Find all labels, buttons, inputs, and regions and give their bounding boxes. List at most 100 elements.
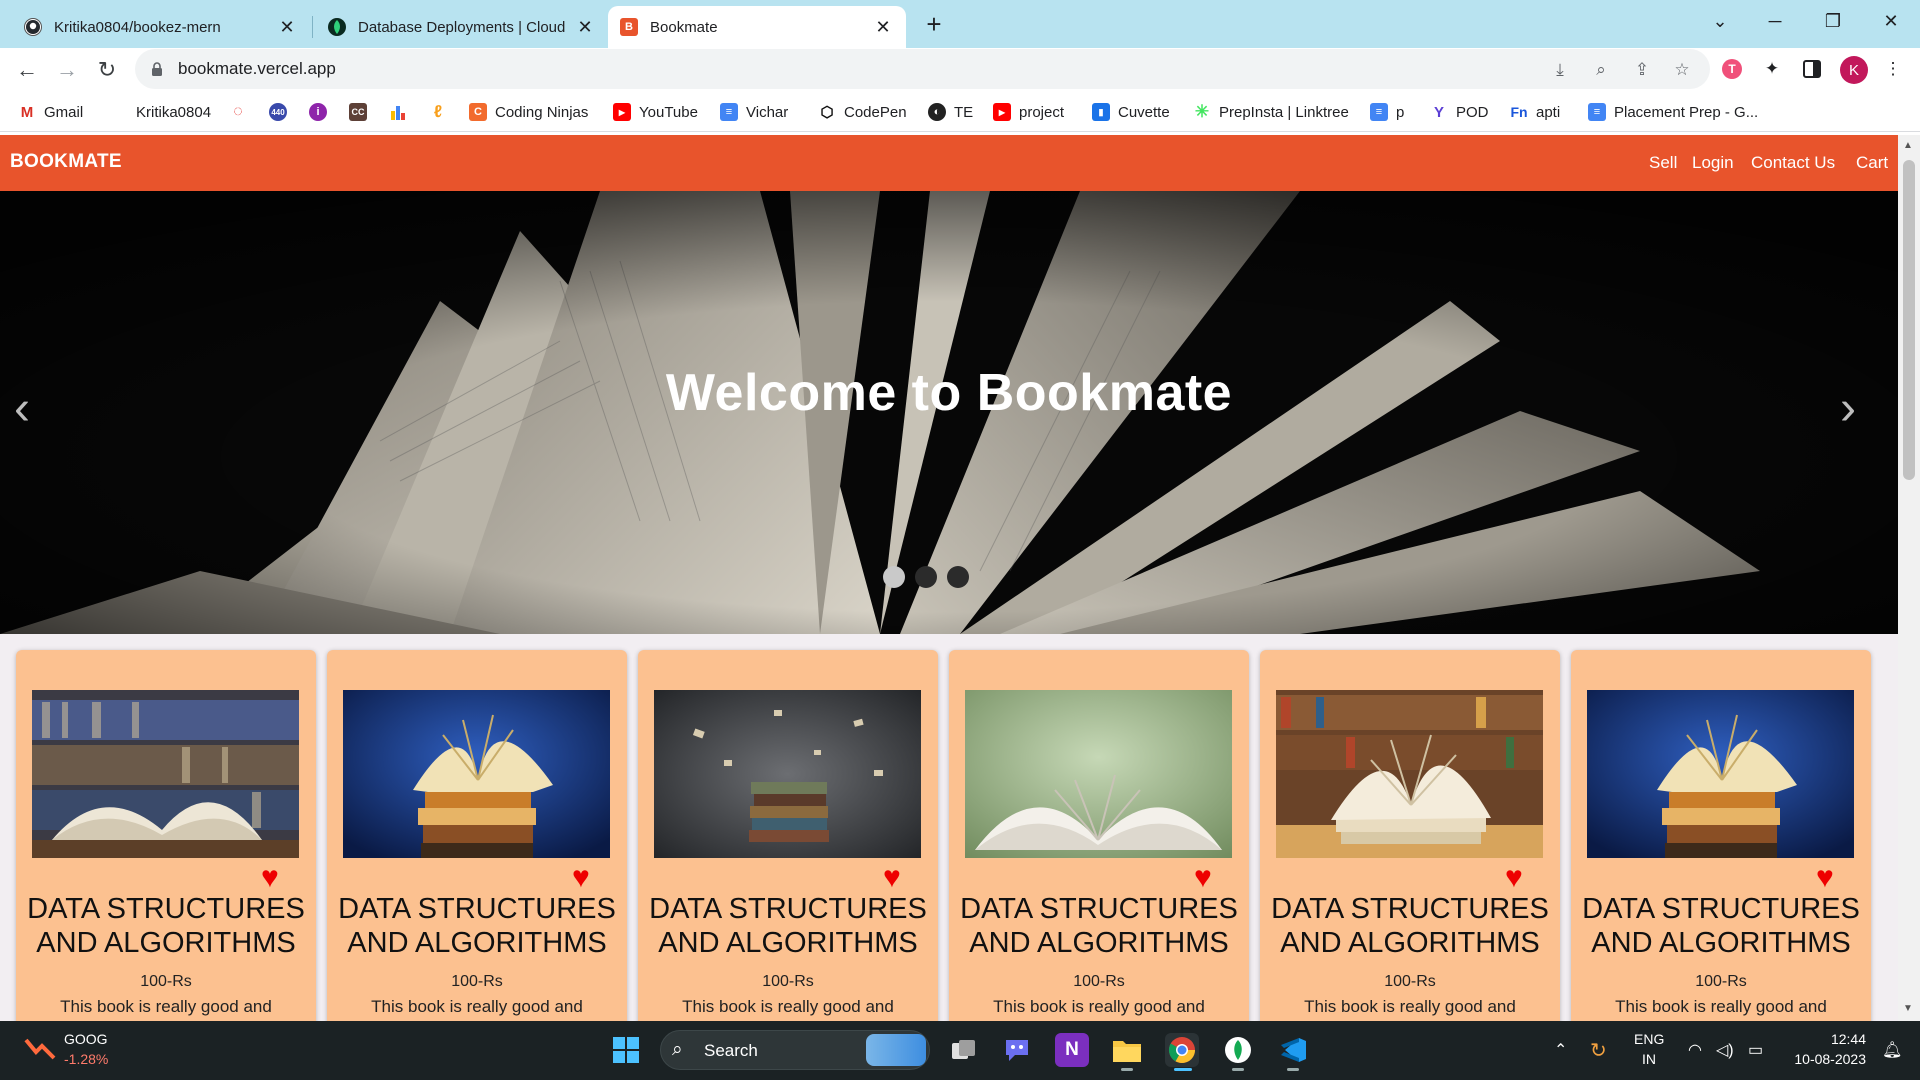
scrollbar-thumb[interactable] (1903, 160, 1915, 480)
nav-login-link[interactable]: Login (1692, 153, 1734, 173)
book-card[interactable]: ♥ DATA STRUCTURES AND ALGORITHMS 100-Rs … (638, 650, 938, 1021)
carousel-prev-icon[interactable]: ‹ (14, 381, 30, 436)
address-bar[interactable] (135, 49, 1710, 89)
bookmark-te[interactable]: ◐ TE (928, 101, 973, 123)
badge-440-icon: 440 (269, 103, 287, 121)
book-description: This book is really good and (993, 997, 1205, 1016)
file-explorer-icon[interactable] (1110, 1033, 1144, 1067)
bookmark-project[interactable]: ▶ project (993, 101, 1064, 123)
carousel-dot-active[interactable] (883, 566, 905, 588)
book-card[interactable]: ♥ DATA STRUCTURES AND ALGORITHMS 100-Rs … (1571, 650, 1871, 1021)
url-text[interactable]: bookmate.vercel.app (178, 59, 336, 79)
bookmark-cc[interactable]: CC (349, 101, 375, 123)
bookmark-kritika[interactable]: Kritika0804 (110, 101, 211, 123)
book-card[interactable]: ♥ DATA STRUCTURES AND ALGORITHMS 100-Rs … (949, 650, 1249, 1021)
carousel-next-icon[interactable]: › (1840, 381, 1856, 436)
bookmark-info[interactable]: i (309, 101, 335, 123)
nav-cart-link[interactable]: Cart (1856, 153, 1888, 173)
sync-icon[interactable]: ↻ (1590, 1038, 1607, 1063)
scroll-up-icon[interactable]: ▲ (1903, 140, 1913, 151)
extensions-puzzle-icon[interactable]: ✦ (1759, 56, 1785, 82)
language-top[interactable]: ENG (1634, 1031, 1664, 1047)
carousel-dot[interactable] (947, 566, 969, 588)
book-price: 100-Rs (1384, 973, 1436, 990)
vscode-icon[interactable] (1276, 1033, 1310, 1067)
reload-icon[interactable]: ↻ (91, 54, 123, 86)
stock-symbol[interactable]: GOOG (64, 1031, 108, 1047)
close-tab-icon[interactable]: ✕ (574, 16, 596, 38)
youtube-icon: ▶ (613, 103, 631, 121)
bookmark-vichar[interactable]: ≡ Vichar (720, 101, 788, 123)
favorite-heart-icon[interactable]: ♥ (572, 863, 590, 893)
globe-icon: ◐ (928, 103, 946, 121)
bookmark-gmail[interactable]: M Gmail (18, 101, 83, 123)
coding-ninjas-icon: C (469, 103, 487, 121)
bookmark-codepen[interactable]: ⬡ CodePen (818, 101, 906, 123)
install-app-icon[interactable]: ⤓ (1548, 58, 1572, 82)
bookmark-p[interactable]: ≡ p (1370, 101, 1404, 123)
bookmark-leetcode[interactable]: ℓ (429, 101, 455, 123)
show-hidden-icons-chevron-icon[interactable]: ⌃ (1554, 1040, 1567, 1060)
clock-date[interactable]: 10-08-2023 (1783, 1051, 1866, 1067)
favorite-heart-icon[interactable]: ♥ (1194, 863, 1212, 893)
zoom-icon[interactable]: ⌕ (1589, 58, 1613, 82)
book-card[interactable]: ♥ DATA STRUCTURES AND ALGORITHMS 100-Rs … (327, 650, 627, 1021)
clock-time[interactable]: 12:44 (1796, 1031, 1866, 1047)
favorite-heart-icon[interactable]: ♥ (883, 863, 901, 893)
extension-t-icon[interactable]: T (1719, 56, 1745, 82)
tab-search-chevron-icon[interactable]: ⌄ (1700, 6, 1740, 36)
book-card[interactable]: ♥ DATA STRUCTURES AND ALGORITHMS 100-Rs … (16, 650, 316, 1021)
tab-bookmate-active[interactable]: B Bookmate ✕ (608, 6, 906, 48)
bookmark-coding-ninjas[interactable]: C Coding Ninjas (469, 101, 588, 123)
restore-window-icon[interactable]: ❐ (1813, 6, 1853, 36)
menu-kebab-icon[interactable]: ⋮ (1880, 56, 1906, 82)
close-tab-icon[interactable]: ✕ (872, 16, 894, 38)
profile-avatar[interactable]: K (1840, 56, 1868, 84)
volume-icon[interactable]: ◁) (1716, 1040, 1734, 1060)
bookmark-placement-prep[interactable]: ≡ Placement Prep - G... (1588, 101, 1758, 123)
notification-bell-icon[interactable]: 🔔︎ (1882, 1040, 1902, 1060)
teams-chat-icon[interactable] (1000, 1033, 1034, 1067)
new-tab-button[interactable]: + (918, 8, 950, 40)
battery-icon[interactable]: ▭ (1748, 1040, 1763, 1060)
tab-github[interactable]: Kritika0804/bookez-mern ✕ (12, 6, 310, 48)
favorite-heart-icon[interactable]: ♥ (1505, 863, 1523, 893)
close-tab-icon[interactable]: ✕ (276, 16, 298, 38)
bookmark-apti[interactable]: Fn apti (1510, 101, 1560, 123)
mongodb-compass-icon[interactable] (1221, 1033, 1255, 1067)
bookmark-chart[interactable] (389, 101, 415, 123)
bookmark-pod[interactable]: Y POD (1430, 101, 1489, 123)
favorite-heart-icon[interactable]: ♥ (1816, 863, 1834, 893)
minimize-icon[interactable]: ─ (1755, 6, 1795, 36)
nav-contact-link[interactable]: Contact Us (1751, 153, 1835, 173)
site-navbar: BOOKMATE Sell Login Contact Us Cart (0, 135, 1898, 191)
share-icon[interactable]: ⇪ (1630, 58, 1654, 82)
lock-icon[interactable] (151, 62, 163, 76)
bookmark-prepinsta[interactable]: ✳ PrepInsta | Linktree (1193, 101, 1349, 123)
side-panel-icon[interactable] (1799, 56, 1825, 82)
book-cover-image (1276, 690, 1543, 858)
favorite-heart-icon[interactable]: ♥ (261, 863, 279, 893)
wifi-icon[interactable]: ◠ (1688, 1040, 1702, 1060)
bookmark-star-icon[interactable]: ☆ (1670, 58, 1694, 82)
bookmark-440[interactable]: 440 (269, 101, 295, 123)
close-window-icon[interactable]: ✕ (1871, 6, 1911, 36)
bookmark-chat[interactable]: ◌ (229, 101, 255, 123)
task-view-icon[interactable] (947, 1033, 981, 1067)
tab-mongodb[interactable]: Database Deployments | Cloud: M ✕ (316, 6, 608, 48)
stock-widget-icon[interactable] (24, 1036, 56, 1065)
forward-arrow-icon[interactable]: → (51, 54, 83, 86)
brand-logo[interactable]: BOOKMATE (10, 151, 122, 173)
bookmark-youtube[interactable]: ▶ YouTube (613, 101, 698, 123)
scroll-down-icon[interactable]: ▼ (1903, 1003, 1913, 1014)
book-card[interactable]: ♥ DATA STRUCTURES AND ALGORITHMS 100-Rs … (1260, 650, 1560, 1021)
back-arrow-icon[interactable]: ← (11, 54, 43, 86)
stock-change: -1.28% (64, 1051, 109, 1067)
windows-start-icon[interactable] (609, 1033, 643, 1067)
nav-sell-link[interactable]: Sell (1649, 153, 1677, 173)
app-running-indicator (1232, 1068, 1244, 1071)
carousel-dot[interactable] (915, 566, 937, 588)
bookmark-cuvette[interactable]: ▮ Cuvette (1092, 101, 1170, 123)
onenote-icon[interactable]: N (1055, 1033, 1089, 1067)
chrome-icon[interactable] (1165, 1033, 1199, 1067)
